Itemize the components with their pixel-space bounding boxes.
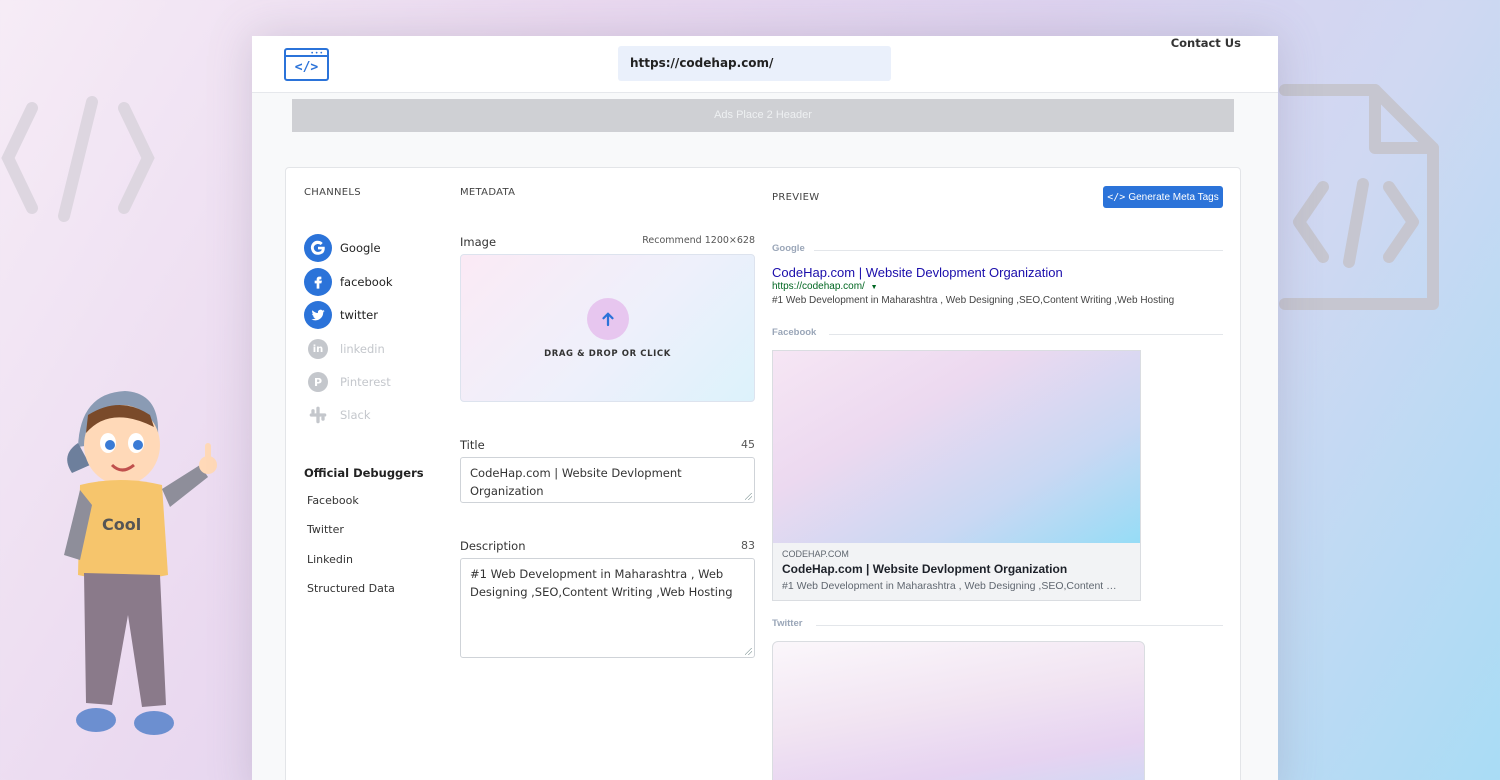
cartoon-boy-illustration: Cool bbox=[64, 391, 217, 735]
divider bbox=[814, 250, 1223, 251]
facebook-preview-image bbox=[773, 351, 1140, 543]
channel-slack[interactable]: Slack bbox=[304, 400, 371, 430]
facebook-preview-domain: CODEHAP.COM bbox=[782, 549, 849, 559]
title-label: Title bbox=[460, 438, 485, 452]
url-input[interactable]: https://codehap.com/ bbox=[618, 46, 891, 81]
resize-grip-icon[interactable] bbox=[745, 648, 752, 655]
upload-arrow-icon bbox=[587, 298, 629, 340]
title-char-count: 45 bbox=[741, 438, 755, 451]
top-navbar: ••• </> https://codehap.com/ Contact Us bbox=[252, 36, 1278, 93]
description-textarea[interactable]: #1 Web Development in Maharashtra , Web … bbox=[460, 558, 755, 658]
divider bbox=[816, 625, 1223, 626]
facebook-preview-card: CODEHAP.COM CodeHap.com | Website Devlop… bbox=[772, 350, 1141, 601]
google-preview-description: #1 Web Development in Maharashtra , Web … bbox=[772, 295, 1175, 306]
channel-label: Slack bbox=[340, 408, 371, 422]
image-size-hint: Recommend 1200×628 bbox=[642, 235, 755, 246]
background-file-code-icon bbox=[1279, 84, 1439, 310]
linkedin-icon: in bbox=[308, 339, 328, 359]
channel-pinterest[interactable]: P Pinterest bbox=[304, 367, 391, 397]
debugger-link-facebook[interactable]: Facebook bbox=[307, 494, 359, 507]
title-input[interactable]: CodeHap.com | Website Devlopment Organiz… bbox=[460, 457, 755, 503]
google-preview-heading: Google bbox=[772, 243, 805, 254]
google-preview-title[interactable]: CodeHap.com | Website Devlopment Organiz… bbox=[772, 265, 1063, 280]
channel-label: linkedin bbox=[340, 342, 385, 356]
image-label: Image bbox=[460, 235, 497, 249]
facebook-preview-title: CodeHap.com | Website Devlopment Organiz… bbox=[782, 562, 1068, 576]
generate-button-label: Generate Meta Tags bbox=[1128, 191, 1219, 203]
facebook-icon bbox=[304, 268, 332, 296]
channel-facebook[interactable]: facebook bbox=[304, 267, 393, 297]
divider bbox=[829, 334, 1223, 335]
title-input-value: CodeHap.com | Website Devlopment Organiz… bbox=[470, 466, 682, 498]
main-card: CHANNELS METADATA PREVIEW Google faceboo… bbox=[285, 167, 1241, 780]
channels-heading: CHANNELS bbox=[304, 187, 361, 198]
google-icon bbox=[304, 234, 332, 262]
twitter-preview-heading: Twitter bbox=[772, 618, 803, 629]
description-textarea-value: #1 Web Development in Maharashtra , Web … bbox=[470, 567, 733, 599]
generate-meta-tags-button[interactable]: </> Generate Meta Tags bbox=[1103, 186, 1223, 208]
svg-text:Cool: Cool bbox=[102, 515, 141, 534]
description-char-count: 83 bbox=[741, 539, 755, 552]
caret-down-icon: ▼ bbox=[870, 284, 878, 291]
code-icon: </> bbox=[1107, 191, 1126, 203]
ads-placeholder: Ads Place 2 Header bbox=[292, 99, 1234, 132]
channel-label: Google bbox=[340, 241, 381, 255]
channel-label: Pinterest bbox=[340, 375, 391, 389]
twitter-icon bbox=[304, 301, 332, 329]
facebook-preview-heading: Facebook bbox=[772, 327, 817, 338]
preview-heading: PREVIEW bbox=[772, 192, 820, 203]
resize-grip-icon[interactable] bbox=[745, 493, 752, 500]
description-label: Description bbox=[460, 539, 526, 553]
code-window-logo-icon[interactable]: ••• </> bbox=[284, 48, 329, 81]
debugger-link-structured-data[interactable]: Structured Data bbox=[307, 582, 395, 595]
channel-twitter[interactable]: twitter bbox=[304, 300, 378, 330]
facebook-preview-description: #1 Web Development in Maharashtra , Web … bbox=[782, 580, 1122, 592]
channel-label: twitter bbox=[340, 308, 378, 322]
channel-linkedin[interactable]: in linkedin bbox=[304, 334, 385, 364]
dropzone-text: DRAG & DROP OR CLICK bbox=[544, 349, 671, 359]
channel-label: facebook bbox=[340, 275, 393, 289]
debugger-link-linkedin[interactable]: Linkedin bbox=[307, 553, 353, 566]
app-window: ••• </> https://codehap.com/ Contact Us … bbox=[252, 36, 1278, 780]
background-code-icon bbox=[1, 96, 155, 222]
official-debuggers-heading: Official Debuggers bbox=[304, 466, 424, 480]
pinterest-icon: P bbox=[308, 372, 328, 392]
twitter-preview-card bbox=[772, 641, 1145, 780]
channel-google[interactable]: Google bbox=[304, 233, 381, 263]
debugger-link-twitter[interactable]: Twitter bbox=[307, 523, 344, 536]
slack-icon bbox=[308, 405, 328, 425]
contact-us-link[interactable]: Contact Us bbox=[1171, 36, 1241, 50]
metadata-heading: METADATA bbox=[460, 187, 516, 198]
image-dropzone[interactable]: DRAG & DROP OR CLICK bbox=[460, 254, 755, 402]
google-preview-url: https://codehap.com/ ▼ bbox=[772, 281, 878, 292]
